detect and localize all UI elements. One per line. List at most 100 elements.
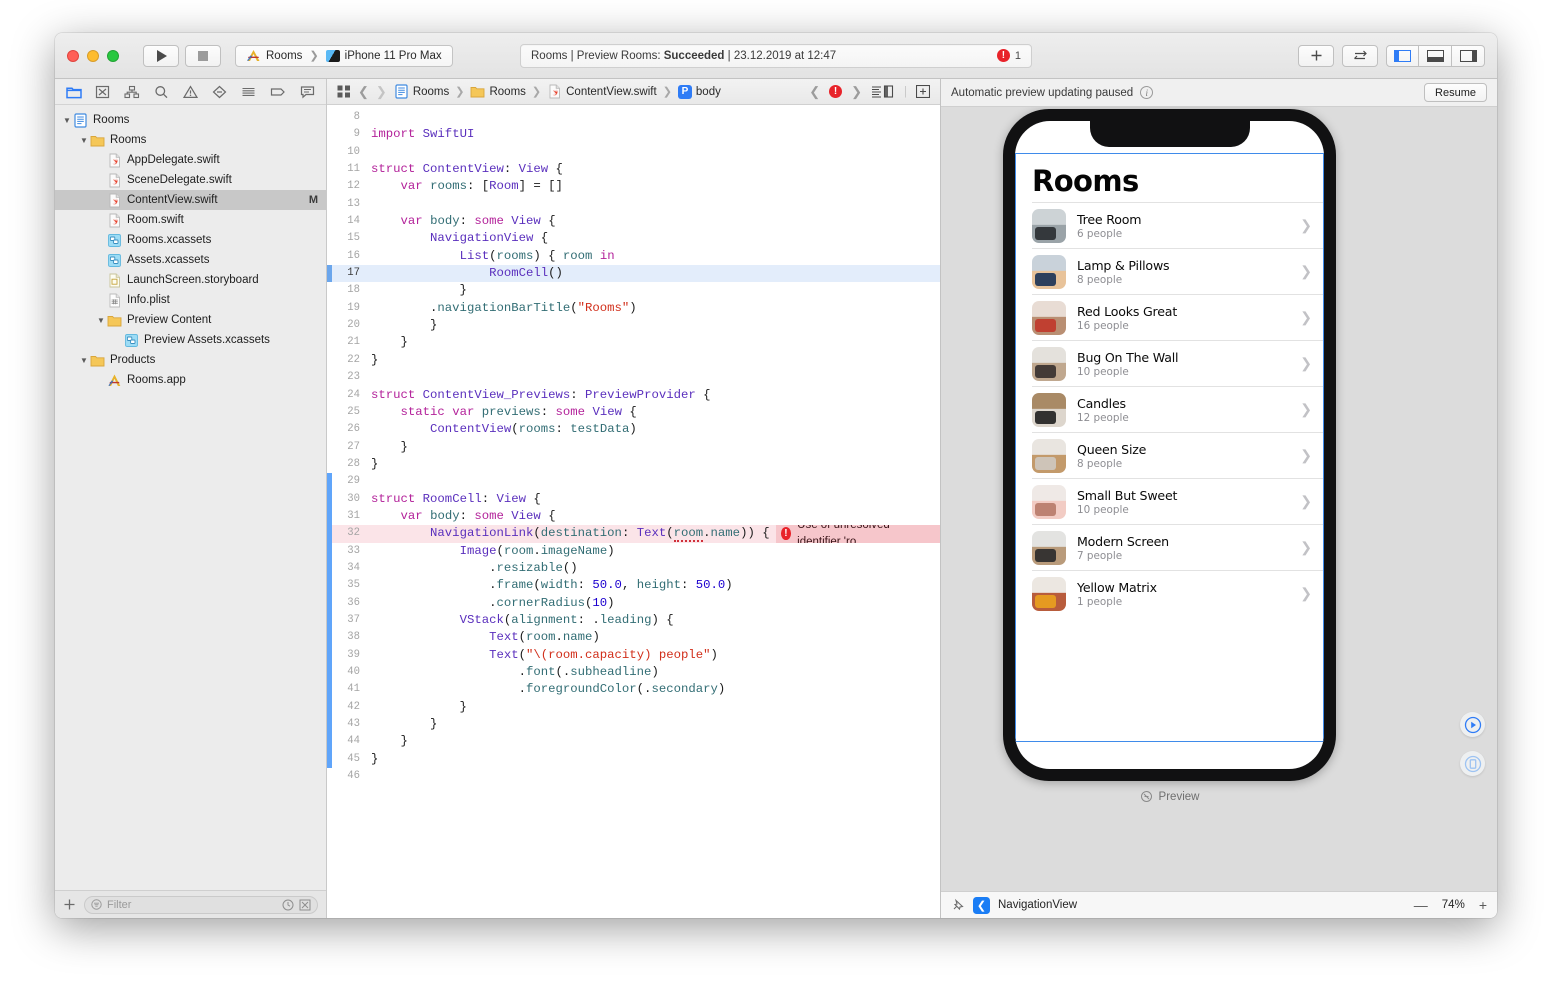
- code-line[interactable]: 40 .font(.subheadline): [327, 664, 940, 681]
- nav-tree-row[interactable]: Assets.xcassets: [55, 250, 326, 270]
- navigator-tab-issue[interactable]: [176, 81, 205, 103]
- info-icon[interactable]: i: [1140, 86, 1153, 99]
- breadcrumb-item[interactable]: Rooms: [394, 84, 449, 99]
- previous-issue-button[interactable]: ❮: [809, 84, 820, 100]
- status-bar[interactable]: Rooms | Preview Rooms: Succeeded | 23.12…: [520, 44, 1032, 68]
- preview-back-button[interactable]: ❮: [973, 897, 990, 914]
- source-code-editor[interactable]: 89import SwiftUI1011struct ContentView: …: [327, 105, 940, 918]
- code-line[interactable]: 34 .resizable(): [327, 560, 940, 577]
- navigator-tab-test[interactable]: [205, 81, 234, 103]
- preview-canvas[interactable]: Rooms Tree Room6 people❯Lamp & Pillows8 …: [941, 107, 1497, 891]
- next-issue-button[interactable]: ❯: [851, 84, 862, 100]
- nav-tree-row[interactable]: ▼Rooms: [55, 110, 326, 130]
- stop-button[interactable]: [185, 45, 221, 67]
- list-item[interactable]: Bug On The Wall10 people❯: [1032, 340, 1324, 386]
- library-button[interactable]: [1342, 45, 1378, 67]
- disclosure-triangle-icon[interactable]: ▼: [78, 136, 90, 145]
- breadcrumb-item[interactable]: ContentView.swift: [547, 84, 657, 99]
- assistant-editor-icon[interactable]: [871, 85, 895, 98]
- device-screen[interactable]: Rooms Tree Room6 people❯Lamp & Pillows8 …: [1015, 121, 1324, 769]
- filter-input[interactable]: Filter: [84, 896, 318, 914]
- list-item[interactable]: Candles12 people❯: [1032, 386, 1324, 432]
- disclosure-triangle-icon[interactable]: ▼: [95, 316, 107, 325]
- code-line[interactable]: 14 var body: some View {: [327, 213, 940, 230]
- zoom-in-button[interactable]: +: [1479, 897, 1487, 913]
- zoom-out-button[interactable]: —: [1414, 897, 1428, 913]
- code-line[interactable]: 26 ContentView(rooms: testData): [327, 421, 940, 438]
- nav-tree-row[interactable]: ▼Rooms: [55, 130, 326, 150]
- code-line[interactable]: 17 RoomCell(): [327, 265, 940, 282]
- list-item[interactable]: Red Looks Great16 people❯: [1032, 294, 1324, 340]
- toggle-debug-area-button[interactable]: [1419, 45, 1452, 67]
- navigator-tab-debug[interactable]: [234, 81, 263, 103]
- code-line[interactable]: 11struct ContentView: View {: [327, 161, 940, 178]
- add-editor-right-icon[interactable]: [916, 85, 930, 98]
- disclosure-triangle-icon[interactable]: ▼: [61, 116, 73, 125]
- code-line[interactable]: 29: [327, 473, 940, 490]
- code-line[interactable]: 28}: [327, 456, 940, 473]
- live-preview-button[interactable]: [1460, 712, 1485, 737]
- breadcrumb-item[interactable]: Pbody: [678, 85, 721, 99]
- nav-tree-row[interactable]: ▼Products: [55, 350, 326, 370]
- code-line[interactable]: 44 }: [327, 733, 940, 750]
- breadcrumb[interactable]: Rooms❯Rooms❯ContentView.swift❯Pbody: [394, 84, 721, 99]
- status-error-count[interactable]: ! 1: [997, 49, 1021, 62]
- nav-tree-row[interactable]: Preview Assets.xcassets: [55, 330, 326, 350]
- related-items-icon[interactable]: [337, 85, 351, 98]
- nav-tree-row[interactable]: Info.plist: [55, 290, 326, 310]
- code-line[interactable]: 36 .cornerRadius(10): [327, 595, 940, 612]
- code-line[interactable]: 37 VStack(alignment: .leading) {: [327, 612, 940, 629]
- project-navigator-tree[interactable]: ▼Rooms▼RoomsAppDelegate.swiftSceneDelega…: [55, 105, 326, 890]
- run-button[interactable]: [143, 45, 179, 67]
- navigate-back-button[interactable]: ❮: [358, 84, 369, 100]
- navigator-tab-breakpoint[interactable]: [264, 81, 293, 103]
- navigator-tab-find[interactable]: [147, 81, 176, 103]
- code-line[interactable]: 12 var rooms: [Room] = []: [327, 178, 940, 195]
- zoom-window-button[interactable]: [107, 50, 119, 62]
- breadcrumb-item[interactable]: Rooms: [470, 84, 525, 99]
- nav-tree-row[interactable]: Rooms.xcassets: [55, 230, 326, 250]
- code-line[interactable]: 10: [327, 144, 940, 161]
- list-item[interactable]: Modern Screen7 people❯: [1032, 524, 1324, 570]
- nav-tree-row[interactable]: ContentView.swiftM: [55, 190, 326, 210]
- code-line[interactable]: 38 Text(room.name): [327, 629, 940, 646]
- toggle-inspector-button[interactable]: [1452, 45, 1485, 67]
- code-line[interactable]: 30struct RoomCell: View {: [327, 491, 940, 508]
- list-item[interactable]: Queen Size8 people❯: [1032, 432, 1324, 478]
- resume-preview-button[interactable]: Resume: [1424, 83, 1487, 102]
- code-line[interactable]: 39 Text("\(room.capacity) people"): [327, 647, 940, 664]
- nav-tree-row[interactable]: ▼Preview Content: [55, 310, 326, 330]
- code-line[interactable]: 27 }: [327, 439, 940, 456]
- code-line[interactable]: 24struct ContentView_Previews: PreviewPr…: [327, 387, 940, 404]
- code-line[interactable]: 43 }: [327, 716, 940, 733]
- code-line[interactable]: 42 }: [327, 699, 940, 716]
- navigator-tab-project[interactable]: [59, 81, 88, 103]
- nav-tree-row[interactable]: LaunchScreen.storyboard: [55, 270, 326, 290]
- code-line[interactable]: 23: [327, 369, 940, 386]
- code-line[interactable]: 31 var body: some View {: [327, 508, 940, 525]
- code-line[interactable]: 45}: [327, 751, 940, 768]
- rooms-list[interactable]: Tree Room6 people❯Lamp & Pillows8 people…: [1015, 202, 1324, 616]
- recent-icon[interactable]: [282, 899, 294, 911]
- list-item[interactable]: Yellow Matrix1 people❯: [1032, 570, 1324, 616]
- inline-error-message[interactable]: !Use of unresolved identifier 'ro…: [776, 525, 940, 542]
- navigator-tab-report[interactable]: [293, 81, 322, 103]
- navigate-forward-button[interactable]: ❯: [376, 84, 387, 100]
- code-line[interactable]: 18 }: [327, 282, 940, 299]
- navigator-tab-symbol[interactable]: [117, 81, 146, 103]
- navigator-tab-source-control[interactable]: [88, 81, 117, 103]
- add-editor-button[interactable]: [1298, 45, 1334, 67]
- list-item[interactable]: Lamp & Pillows8 people❯: [1032, 248, 1324, 294]
- code-line[interactable]: 9import SwiftUI: [327, 126, 940, 143]
- code-line[interactable]: 35 .frame(width: 50.0, height: 50.0): [327, 577, 940, 594]
- code-line[interactable]: 15 NavigationView {: [327, 230, 940, 247]
- disclosure-triangle-icon[interactable]: ▼: [78, 356, 90, 365]
- close-window-button[interactable]: [67, 50, 79, 62]
- add-item-icon[interactable]: [63, 898, 76, 911]
- nav-tree-row[interactable]: Room.swift: [55, 210, 326, 230]
- toggle-navigator-button[interactable]: [1386, 45, 1419, 67]
- list-item[interactable]: Tree Room6 people❯: [1032, 202, 1324, 248]
- code-line[interactable]: 46: [327, 768, 940, 785]
- device-preview-button[interactable]: [1460, 751, 1485, 776]
- minimize-window-button[interactable]: [87, 50, 99, 62]
